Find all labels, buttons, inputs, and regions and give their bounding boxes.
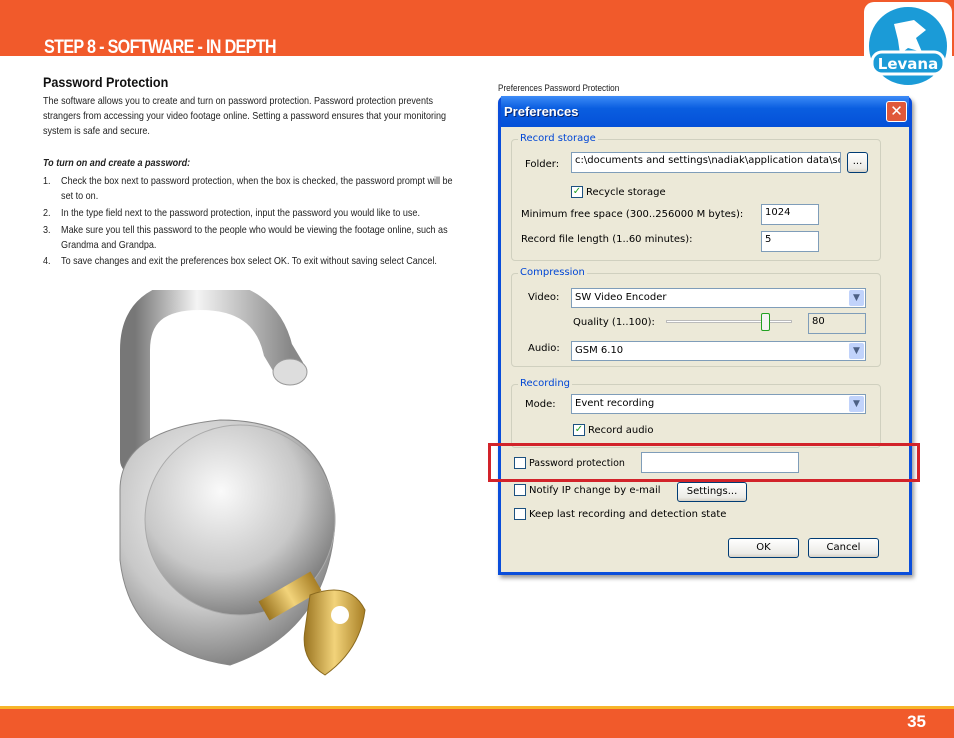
group-legend: Compression [518,267,587,278]
instructions-heading: To turn on and create a password: [43,157,191,169]
close-button[interactable]: ✕ [886,101,907,122]
chevron-down-icon: ▼ [849,290,864,306]
quality-slider-thumb[interactable] [761,313,770,331]
chevron-down-icon: ▼ [849,343,864,359]
browse-button[interactable]: ... [847,152,868,173]
record-audio-label: Record audio [588,425,654,436]
highlight-box [488,443,920,482]
step-item: 2. In the type field next to the password… [43,206,456,221]
svg-text:Levana: Levana [878,55,938,73]
recycle-storage-checkbox[interactable]: ✓ [571,186,583,198]
section-heading: Password Protection [43,74,169,90]
step-number: 2. [43,207,51,219]
dialog-title: Preferences [504,104,579,119]
video-label: Video: [528,292,560,303]
group-legend: Recording [518,378,573,389]
padlock-image [119,290,366,676]
video-encoder-select[interactable]: SW Video Encoder ▼ [571,288,866,308]
intro-paragraph: The software allows you to create and tu… [43,95,447,137]
step-text: In the type field next to the password p… [61,207,420,219]
audio-codec-select[interactable]: GSM 6.10 ▼ [571,341,866,361]
preferences-dialog: Preferences ✕ Record storage Folder: c:\… [498,96,912,575]
file-length-input[interactable]: 5 [761,231,819,252]
folder-input[interactable]: c:\documents and settings\nadiak\applica… [571,152,841,173]
step-item: 1. Check the box next to password protect… [43,174,456,204]
chevron-down-icon: ▼ [849,396,864,412]
quality-value: 80 [808,313,866,334]
cancel-button[interactable]: Cancel [808,538,879,558]
step-number: 1. [43,175,51,187]
step-number: 3. [43,224,51,236]
recording-mode-select[interactable]: Event recording ▼ [571,394,866,414]
page-number: 35 [907,712,926,731]
figure-caption: Preferences Password Protection [498,83,620,94]
step-text: Make sure you tell this password to the … [61,224,448,251]
notify-ip-checkbox[interactable] [514,484,526,496]
video-encoder-value: SW Video Encoder [575,292,667,303]
file-length-label: Record file length (1..60 minutes): [521,234,693,245]
notify-ip-label: Notify IP change by e-mail [529,485,661,496]
recording-mode-value: Event recording [575,398,655,409]
audio-label: Audio: [528,343,560,354]
step-text: Check the box next to password protectio… [61,175,453,202]
dialog-titlebar: Preferences [501,96,909,127]
page-title: STEP 8 - SOFTWARE - IN DEPTH [44,38,276,56]
record-audio-checkbox[interactable]: ✓ [573,424,585,436]
step-item: 4. To save changes and exit the preferenc… [43,254,456,269]
quality-label: Quality (1..100): [573,317,655,328]
keep-state-label: Keep last recording and detection state [529,509,727,520]
mode-label: Mode: [525,399,556,410]
folder-label: Folder: [525,159,560,170]
footer-bar [0,706,954,738]
recycle-storage-label: Recycle storage [586,187,666,198]
quality-slider-track[interactable] [666,320,792,323]
step-number: 4. [43,255,51,267]
step-text: To save changes and exit the preferences… [61,255,437,267]
step-item: 3. Make sure you tell this password to th… [43,223,456,253]
min-space-input[interactable]: 1024 [761,204,819,225]
settings-button[interactable]: Settings... [677,482,747,502]
audio-codec-value: GSM 6.10 [575,345,624,356]
min-space-label: Minimum free space (300..256000 M bytes)… [521,209,744,220]
ok-button[interactable]: OK [728,538,799,558]
levana-logo: Levana [864,2,952,88]
group-legend: Record storage [518,133,598,144]
keep-state-checkbox[interactable] [514,508,526,520]
